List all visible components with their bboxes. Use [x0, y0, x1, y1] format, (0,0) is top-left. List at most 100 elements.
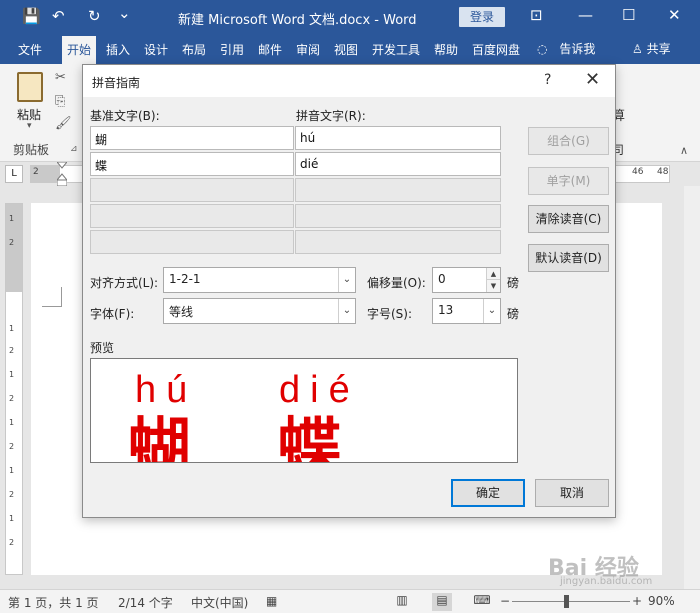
vruler-number: 1 — [9, 370, 15, 379]
tab-file[interactable]: 文件 — [18, 41, 42, 58]
mono-button[interactable]: 单字(M) — [528, 167, 609, 195]
cut-icon[interactable]: ✂ — [55, 70, 66, 85]
vruler-number: 1 — [9, 514, 15, 523]
page-count[interactable]: 第 1 页，共 1 页 — [8, 594, 99, 611]
chevron-down-icon[interactable]: ⌄ — [338, 299, 355, 323]
login-button[interactable]: 登录 — [459, 7, 505, 27]
vruler-number: 1 — [9, 214, 15, 223]
clipboard-launcher-icon[interactable]: ⊿ — [70, 144, 78, 154]
vruler-number: 2 — [9, 238, 15, 247]
size-value: 13 — [438, 303, 454, 317]
vruler-number: 2 — [9, 346, 15, 355]
window-close-icon[interactable]: ✕ — [668, 6, 681, 24]
alignment-select[interactable]: 1-2-1 ⌄ — [163, 267, 356, 293]
indent-marker-icon[interactable] — [57, 162, 67, 186]
share-button[interactable]: ♙ 共享 — [632, 40, 671, 57]
base-text-label: 基准文字(B): — [90, 109, 160, 123]
offset-spinner[interactable]: ▲ ▼ — [486, 268, 500, 292]
word-count[interactable]: 2/14 个字 — [118, 594, 173, 611]
copy-icon[interactable]: ⎘ — [55, 94, 65, 109]
window-title: 新建 Microsoft Word 文档.docx - Word — [178, 13, 417, 28]
tab-help[interactable]: 帮助 — [434, 41, 458, 58]
size-unit: 磅 — [507, 307, 520, 321]
zoom-slider[interactable] — [512, 601, 630, 602]
phonetic-guide-dialog: 拼音指南 ? ✕ 基准文字(B): 拼音文字(R): 蝴 hú 蝶 dié 组合… — [82, 64, 616, 518]
spin-up-icon[interactable]: ▲ — [487, 268, 500, 280]
alignment-value: 1-2-1 — [169, 272, 201, 286]
paste-icon[interactable] — [17, 72, 43, 102]
zoom-level[interactable]: 90% — [648, 594, 675, 608]
preview-character-1: 蝴 — [127, 412, 191, 463]
paragraph-corner-marker — [42, 287, 62, 307]
tab-developer[interactable]: 开发工具 — [372, 41, 420, 58]
ruby-text-field-empty — [295, 178, 501, 202]
web-layout-icon[interactable]: ⌨ — [472, 593, 492, 611]
language-indicator[interactable]: 中文(中国) — [191, 594, 248, 611]
font-select[interactable]: 等线 ⌄ — [163, 298, 356, 324]
offset-unit: 磅 — [507, 276, 520, 290]
ruby-text-label: 拼音文字(R): — [296, 109, 366, 123]
cancel-button[interactable]: 取消 — [535, 479, 609, 507]
maximize-icon[interactable]: ☐ — [622, 6, 635, 24]
base-text-field-empty — [90, 230, 294, 254]
macro-recording-icon[interactable]: ▦ — [266, 594, 277, 608]
person-icon: ♙ — [632, 42, 643, 56]
tab-review[interactable]: 审阅 — [296, 41, 320, 58]
offset-label: 偏移量(O): — [367, 276, 426, 290]
ruler-number: 46 — [632, 167, 644, 177]
format-painter-icon[interactable]: 🖌 — [55, 116, 72, 131]
chevron-down-icon[interactable]: ⌄ — [338, 268, 355, 292]
minimize-icon[interactable]: — — [578, 6, 593, 24]
paste-dropdown-icon[interactable]: ▾ — [27, 121, 32, 131]
preview-pinyin-2: dié — [279, 369, 360, 411]
ruby-text-field[interactable]: hú — [295, 126, 501, 150]
vruler-number: 1 — [9, 418, 15, 427]
vertical-scrollbar[interactable] — [684, 186, 700, 589]
tell-me-label: 告诉我 — [559, 42, 596, 56]
tab-layout[interactable]: 布局 — [182, 41, 206, 58]
zoom-out-icon[interactable]: − — [500, 594, 510, 608]
clear-reading-button[interactable]: 清除读音(C) — [528, 205, 609, 233]
group-button[interactable]: 组合(G) — [528, 127, 609, 155]
print-layout-icon[interactable]: ▤ — [432, 593, 452, 611]
ruby-text-field-empty — [295, 230, 501, 254]
tab-baidu-netdisk[interactable]: 百度网盘 — [472, 41, 520, 58]
base-text-field[interactable]: 蝴 — [90, 126, 294, 150]
ok-button[interactable]: 确定 — [451, 479, 525, 507]
default-reading-button[interactable]: 默认读音(D) — [528, 244, 609, 272]
font-label: 字体(F): — [90, 307, 135, 321]
customize-quick-access-icon[interactable]: ⌄ — [118, 4, 131, 22]
tab-selector[interactable]: L — [5, 165, 23, 183]
size-select[interactable]: 13 ⌄ — [432, 298, 501, 324]
tab-references[interactable]: 引用 — [220, 41, 244, 58]
zoom-slider-thumb[interactable] — [564, 595, 569, 608]
ruby-text-field[interactable]: dié — [295, 152, 501, 176]
watermark-url: jingyan.baidu.com — [560, 576, 653, 587]
ribbon-display-options-icon[interactable]: ⊡ — [530, 6, 543, 24]
offset-stepper[interactable]: 0 ▲ ▼ — [432, 267, 501, 293]
tab-view[interactable]: 视图 — [334, 41, 358, 58]
base-text-field[interactable]: 蝶 — [90, 152, 294, 176]
tab-insert[interactable]: 插入 — [106, 41, 130, 58]
collapse-ribbon-icon[interactable]: ∧ — [680, 144, 688, 157]
vruler-number: 1 — [9, 324, 15, 333]
dialog-title-bar[interactable]: 拼音指南 ? ✕ — [83, 65, 615, 97]
vertical-ruler: 1 2 1 2 1 2 1 2 1 2 1 2 — [5, 203, 23, 575]
read-mode-icon[interactable]: ▥ — [392, 593, 412, 611]
help-icon[interactable]: ? — [544, 72, 551, 88]
zoom-in-icon[interactable]: + — [632, 594, 642, 608]
tab-home[interactable]: 开始 — [62, 36, 97, 64]
tell-me-search[interactable]: ◌ 告诉我 — [537, 40, 595, 57]
chevron-down-icon[interactable]: ⌄ — [483, 299, 500, 323]
redo-icon[interactable]: ↻ — [88, 7, 101, 25]
save-icon[interactable]: 💾 — [22, 7, 41, 25]
spin-down-icon[interactable]: ▼ — [487, 280, 500, 292]
ribbon-tabs: 文件 开始 插入 设计 布局 引用 邮件 审阅 视图 开发工具 帮助 百度网盘 … — [0, 34, 700, 64]
clipboard-group-label: 剪贴板 — [13, 143, 50, 157]
tab-mailings[interactable]: 邮件 — [258, 41, 282, 58]
base-text-field-empty — [90, 204, 294, 228]
font-value: 等线 — [169, 305, 194, 319]
undo-icon[interactable]: ↶ — [52, 7, 65, 25]
tab-design[interactable]: 设计 — [144, 41, 168, 58]
dialog-close-icon[interactable]: ✕ — [585, 69, 600, 90]
